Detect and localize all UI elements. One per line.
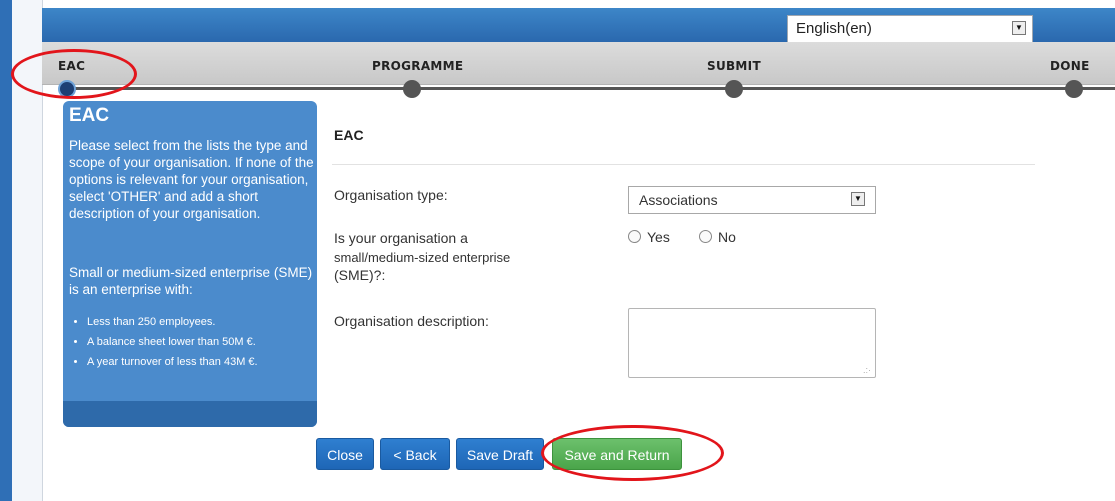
help-panel-intro: Please select from the lists the type an… bbox=[69, 138, 314, 221]
sme-question-label-line1: Is your organisation a bbox=[334, 230, 468, 246]
sme-yes-label[interactable]: Yes bbox=[647, 229, 670, 245]
organisation-type-value: Associations bbox=[639, 192, 718, 208]
list-item: A balance sheet lower than 50M €. bbox=[87, 332, 258, 352]
help-panel-footer bbox=[63, 401, 317, 427]
form-divider bbox=[332, 164, 1035, 165]
organisation-type-label: Organisation type: bbox=[334, 187, 448, 203]
back-button[interactable]: < Back bbox=[380, 438, 450, 470]
close-button[interactable]: Close bbox=[316, 438, 374, 470]
organisation-type-select[interactable]: Associations ▼ bbox=[628, 186, 876, 214]
highlight-circle-save-and-return bbox=[541, 425, 724, 481]
language-select-value: English(en) bbox=[796, 20, 872, 37]
resize-grip-icon[interactable]: .:· bbox=[863, 365, 871, 375]
form-title: EAC bbox=[334, 127, 364, 143]
list-item: A year turnover of less than 43M €. bbox=[87, 352, 258, 372]
help-panel-sme-criteria: Less than 250 employees. A balance sheet… bbox=[71, 312, 258, 372]
list-item: Less than 250 employees. bbox=[87, 312, 258, 332]
sme-yes-option[interactable]: Yes bbox=[628, 229, 670, 245]
step-label-done[interactable]: DONE bbox=[1050, 59, 1090, 73]
step-node-submit[interactable] bbox=[725, 80, 743, 98]
sme-no-option[interactable]: No bbox=[699, 229, 736, 245]
save-draft-button[interactable]: Save Draft bbox=[456, 438, 544, 470]
help-panel-sme-intro: Small or medium-sized enterprise (SME) i… bbox=[69, 265, 313, 297]
wizard-progress-track bbox=[68, 87, 1115, 90]
wizard-steps-bar bbox=[42, 42, 1115, 85]
highlight-circle-eac bbox=[11, 49, 137, 99]
chevron-down-icon[interactable]: ▼ bbox=[851, 192, 865, 206]
organisation-description-label: Organisation description: bbox=[334, 313, 489, 329]
sme-question-label-line2: small/medium-sized enterprise bbox=[334, 250, 511, 265]
organisation-description-field[interactable]: .:· bbox=[628, 308, 876, 378]
step-node-programme[interactable] bbox=[403, 80, 421, 98]
sme-no-label[interactable]: No bbox=[718, 229, 736, 245]
step-label-submit[interactable]: SUBMIT bbox=[707, 59, 761, 73]
step-label-programme[interactable]: PROGRAMME bbox=[372, 59, 463, 73]
sme-no-radio[interactable] bbox=[699, 230, 712, 243]
chevron-down-icon[interactable]: ▼ bbox=[1012, 21, 1026, 35]
sme-question-label-line3: (SME)?: bbox=[334, 267, 386, 283]
language-select[interactable]: English(en) ▼ bbox=[787, 15, 1033, 43]
step-node-done[interactable] bbox=[1065, 80, 1083, 98]
help-panel: EAC Please select from the lists the typ… bbox=[63, 101, 317, 427]
sme-yes-radio[interactable] bbox=[628, 230, 641, 243]
help-panel-title: EAC bbox=[69, 105, 110, 126]
